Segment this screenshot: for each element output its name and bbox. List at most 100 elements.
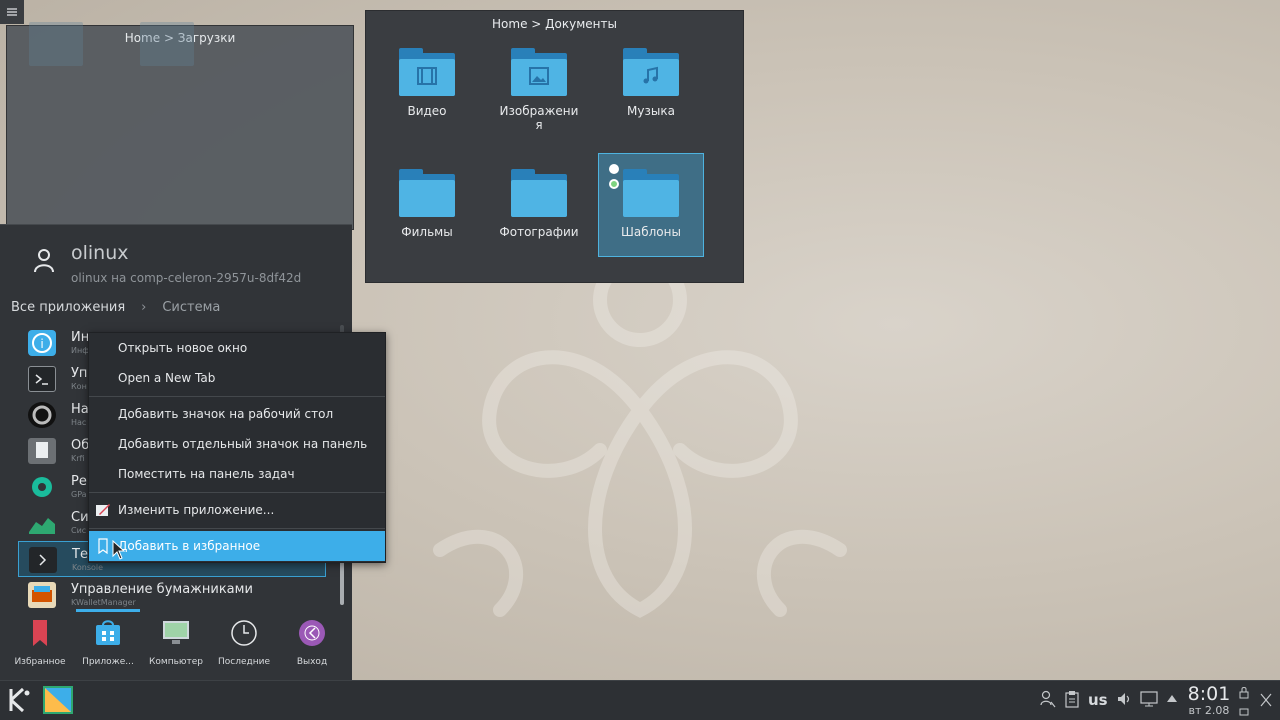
context-menu: Открыть новое окно Open a New Tab Добави…: [88, 332, 386, 563]
tab-computer[interactable]: Компьютер: [142, 617, 210, 667]
app-name: Об: [71, 438, 90, 453]
launcher-tabs: Избранное Приложе... Компьютер Последние…: [0, 617, 352, 677]
kde-logo-icon: [9, 687, 30, 713]
computer-icon: [163, 621, 189, 644]
ghost-folder-icon: [140, 22, 194, 66]
document-icon: [28, 438, 56, 464]
tab-favorites[interactable]: Избранное: [6, 617, 74, 667]
tab-label: Избранное: [14, 657, 66, 667]
clock-time: 8:01: [1187, 683, 1231, 705]
svg-text:i: i: [40, 337, 43, 351]
leave-icon: [299, 620, 325, 646]
user-avatar-icon[interactable]: [33, 247, 55, 273]
menu-item-open-new-tab[interactable]: Open a New Tab: [89, 363, 385, 393]
folder-item-images[interactable]: Изображени я: [486, 33, 592, 137]
folder-item-photos[interactable]: Фотографии: [486, 154, 592, 258]
active-tab-indicator: [76, 609, 140, 612]
folder-label: Видео: [407, 104, 447, 118]
ghost-folder-icon: [29, 22, 83, 66]
menu-item-open-new-window[interactable]: Открыть новое окно: [89, 333, 385, 363]
app-subtitle: GPa: [71, 490, 87, 499]
folder-view-documents[interactable]: Home > Документы Видео Изображени я Музы…: [365, 10, 744, 283]
konsole-icon: [29, 547, 57, 573]
tab-recent[interactable]: Последние: [210, 617, 278, 667]
terminal-icon: [28, 366, 56, 392]
network-icon[interactable]: [1140, 691, 1158, 707]
app-subtitle: Konsole: [72, 563, 104, 572]
tray-expand-icon[interactable]: [1166, 693, 1178, 703]
folder-icon: [399, 169, 455, 217]
chevron-right-icon: ›: [141, 300, 147, 315]
kde-launcher-button[interactable]: [5, 685, 35, 715]
partition-icon: [28, 474, 56, 500]
folder-label: Музыка: [627, 104, 675, 118]
app-name: Си: [71, 510, 89, 525]
folder-view-breadcrumb[interactable]: Home > Документы: [366, 17, 743, 31]
volume-icon[interactable]: [1116, 691, 1132, 707]
app-name: Управление бумажниками: [71, 582, 253, 597]
app-name: Те: [72, 547, 88, 562]
menu-divider: [89, 396, 385, 397]
menu-item-label: Изменить приложение...: [118, 503, 275, 517]
tab-label: Выход: [296, 657, 328, 667]
breadcrumb-all-apps[interactable]: Все приложения: [11, 300, 125, 315]
image-icon: [511, 48, 567, 96]
folder-item-films[interactable]: Фильмы: [374, 154, 480, 258]
folder-label: Шаблоны: [621, 225, 681, 239]
video-icon: [399, 48, 455, 96]
app-subtitle: Нас: [71, 418, 87, 427]
menu-item-add-to-panel[interactable]: Добавить отдельный значок на панель: [89, 429, 385, 459]
folder-item-music[interactable]: Музыка: [598, 33, 704, 137]
menu-item-add-to-favorites[interactable]: Добавить в избранное: [89, 531, 385, 561]
clock-date: вт 2.08: [1188, 704, 1230, 717]
keyboard-layout-indicator[interactable]: us: [1088, 691, 1108, 709]
panel-settings-icon[interactable]: [1258, 691, 1274, 709]
app-name: Ре: [71, 474, 87, 489]
menu-item-pin-to-taskbar[interactable]: Поместить на панель задач: [89, 459, 385, 489]
settings-icon: [28, 402, 56, 428]
app-subtitle: Сис: [71, 526, 87, 535]
app-name: Уп: [71, 366, 88, 381]
folder-view-downloads[interactable]: Home > Загрузки: [6, 22, 354, 230]
tab-label: Приложе...: [82, 657, 134, 667]
user-name: olinux: [71, 242, 129, 264]
user-host: olinux на comp-celeron-2957u-8df42d: [71, 271, 302, 285]
app-list-item[interactable]: Управление бумажниками KWalletManager: [18, 577, 326, 613]
menu-divider: [89, 492, 385, 493]
app-name: Ин: [71, 330, 90, 345]
bookmark-icon: [33, 620, 47, 646]
folder-item-templates[interactable]: Шаблоны: [598, 153, 704, 257]
clipboard-icon[interactable]: [1064, 690, 1080, 708]
hamburger-menu-button[interactable]: [0, 0, 24, 24]
breadcrumb-current[interactable]: Система: [162, 300, 220, 315]
app-subtitle: Кон: [71, 382, 87, 391]
menu-item-add-to-desktop[interactable]: Добавить значок на рабочий стол: [89, 399, 385, 429]
tab-applications[interactable]: Приложе...: [74, 617, 142, 667]
open-check-icon[interactable]: [609, 179, 619, 189]
taskbar-app-button[interactable]: [42, 685, 74, 715]
menu-item-edit-application[interactable]: Изменить приложение...: [89, 495, 385, 525]
app-subtitle: Krfi: [71, 454, 85, 463]
digital-clock[interactable]: 8:01 вт 2.08: [1186, 683, 1232, 717]
bookmark-icon: [98, 538, 108, 554]
launcher-breadcrumb: Все приложения › Система: [11, 300, 220, 315]
app-subtitle: KWalletManager: [71, 598, 136, 607]
tab-label: Последние: [217, 657, 270, 667]
folder-label: Изображени я: [499, 104, 579, 132]
applications-icon: [96, 620, 120, 645]
folder-label: Фильмы: [401, 225, 453, 239]
tab-leave[interactable]: Выход: [278, 617, 346, 667]
hamburger-icon: [7, 8, 17, 16]
taskbar: us 8:01 вт 2.08: [0, 680, 1280, 720]
wallet-icon: [28, 582, 56, 608]
user-switch-icon[interactable]: [1040, 690, 1056, 708]
folder-item-video[interactable]: Видео: [374, 33, 480, 137]
app-subtitle: Инф: [71, 346, 90, 355]
select-toggle-icon[interactable]: [609, 164, 619, 174]
clock-icon: [231, 620, 257, 646]
info-icon: i: [28, 330, 56, 356]
panel-lock-icon[interactable]: [1238, 685, 1250, 717]
mouse-cursor-icon: [112, 540, 126, 560]
menu-item-label: Добавить в избранное: [118, 539, 261, 553]
monitor-icon: [28, 510, 56, 536]
